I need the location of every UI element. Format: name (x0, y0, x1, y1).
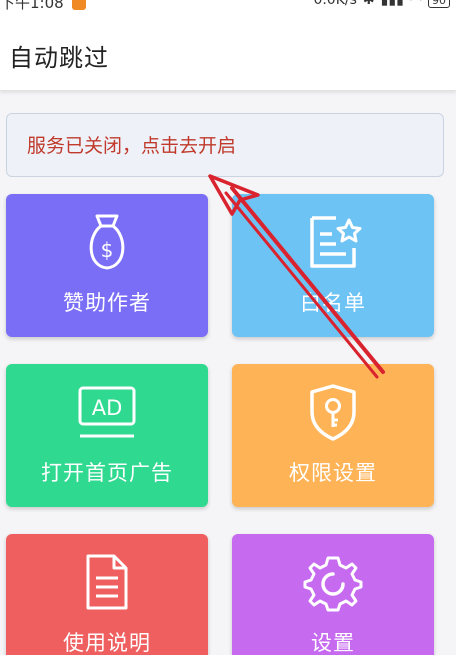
tile-label: 打开首页广告 (41, 461, 173, 485)
title-bar: 自动跳过 (0, 14, 456, 91)
tile-sponsor-author[interactable]: $ 赞助作者 (6, 194, 208, 337)
gear-icon (303, 556, 363, 612)
tile-label: 使用说明 (63, 631, 151, 655)
battery-icon: 90 (428, 0, 450, 8)
tile-usage-instructions[interactable]: 使用说明 (6, 534, 208, 655)
page-title: 自动跳过 (9, 44, 109, 72)
money-bag-icon: $ (89, 214, 125, 270)
tile-label: 设置 (311, 631, 355, 655)
tile-open-home-ads[interactable]: AD 打开首页广告 (6, 364, 208, 507)
status-time: 下午1:08 (0, 0, 64, 12)
bluetooth-icon: ✱ (362, 0, 375, 8)
document-icon (86, 554, 128, 610)
tile-permission-settings[interactable]: 权限设置 (232, 364, 434, 507)
tile-label: 白名单 (300, 291, 366, 315)
ad-icon: AD (78, 386, 136, 438)
shield-key-icon (310, 384, 356, 441)
app-notification-icon (71, 0, 86, 10)
status-bar: 下午1:08 0.0K/s ✱ ▮▮▮ ◠ 90 (0, 0, 456, 14)
tile-settings[interactable]: 设置 (232, 534, 434, 655)
tile-whitelist[interactable]: 白名单 (232, 194, 434, 337)
tile-label: 权限设置 (289, 461, 377, 485)
list-star-icon (310, 216, 362, 268)
app-screen: 下午1:08 0.0K/s ✱ ▮▮▮ ◠ 90 自动跳过 服务已关闭，点击去开… (0, 0, 456, 655)
wifi-icon: ◠ (409, 0, 422, 8)
network-speed: 0.0K/s (313, 0, 357, 8)
status-right: 0.0K/s ✱ ▮▮▮ ◠ 90 (313, 0, 450, 8)
ad-icon-text: AD (92, 396, 123, 420)
svg-text:$: $ (101, 238, 114, 262)
tile-label: 赞助作者 (63, 291, 151, 315)
signal-icon: ▮▮▮ (380, 0, 404, 8)
service-status-notice[interactable]: 服务已关闭，点击去开启 (6, 113, 444, 177)
status-left: 下午1:08 (0, 0, 86, 13)
